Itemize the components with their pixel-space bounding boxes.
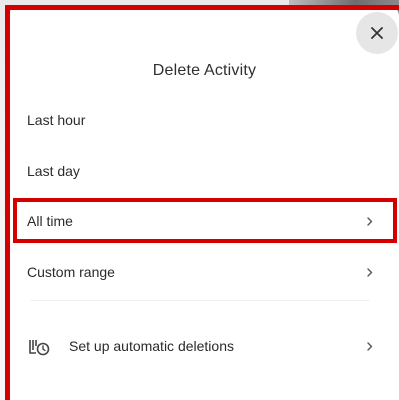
- close-icon: [370, 26, 384, 40]
- dialog-highlight-frame-top: [5, 5, 399, 10]
- close-button[interactable]: [356, 12, 398, 54]
- chevron-right-icon: [366, 216, 374, 226]
- chevron-right-icon: [366, 267, 374, 277]
- delete-activity-dialog: Delete Activity Last hour Last day All t…: [0, 0, 399, 400]
- option-last-day[interactable]: Last day: [10, 151, 396, 191]
- section-divider: [30, 300, 370, 301]
- option-label: Last hour: [27, 112, 86, 128]
- chevron-right-icon: [366, 341, 374, 351]
- option-label: Last day: [27, 163, 80, 179]
- dialog-title: Delete Activity: [152, 62, 257, 79]
- option-custom-range[interactable]: Custom range: [10, 252, 396, 292]
- option-label: Custom range: [27, 264, 115, 280]
- auto-delete-schedule-icon: [27, 334, 51, 358]
- option-last-hour[interactable]: Last hour: [10, 100, 396, 140]
- option-automatic-deletions[interactable]: Set up automatic deletions: [10, 326, 396, 366]
- option-all-time[interactable]: All time: [10, 201, 396, 241]
- option-label: Set up automatic deletions: [69, 338, 234, 354]
- option-label: All time: [27, 213, 73, 229]
